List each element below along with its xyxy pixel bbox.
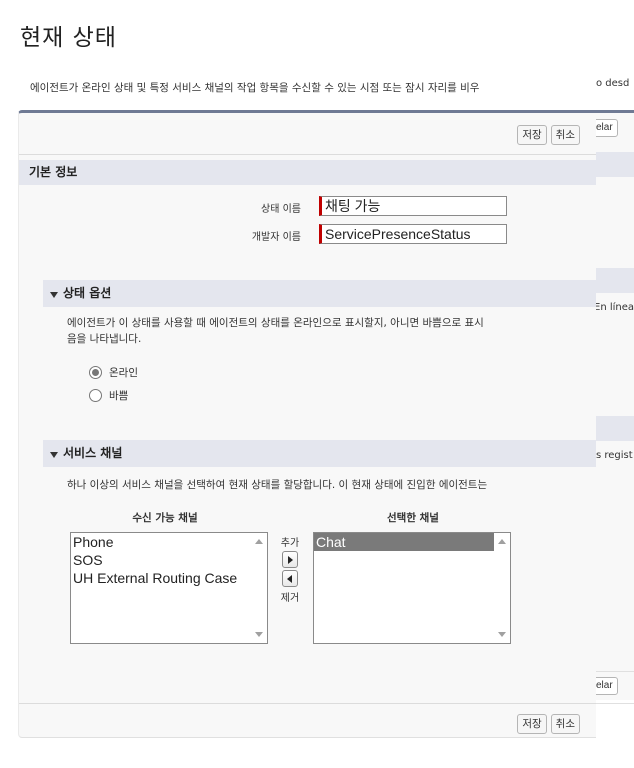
bg-section-header	[596, 268, 634, 293]
selected-channels-label: 선택한 채널	[387, 512, 439, 524]
list-option[interactable]: UH External Routing Case	[71, 569, 251, 587]
developer-name-input[interactable]	[319, 224, 507, 244]
save-button-bottom[interactable]: 저장	[517, 714, 547, 734]
bg-cancel-button[interactable]: celar	[596, 119, 618, 137]
top-button-row: 저장 취소	[517, 125, 580, 145]
page-title: 현재 상태	[20, 25, 117, 51]
section-header-service-channels[interactable]: 서비스 채널	[43, 440, 596, 467]
bg-section-header	[596, 152, 634, 177]
cancel-button-bottom[interactable]: 취소	[550, 714, 580, 734]
radio-button-checked[interactable]	[89, 366, 102, 379]
scroll-up-icon[interactable]	[255, 539, 263, 544]
radio-online[interactable]: 온라인	[89, 365, 138, 380]
scroll-down-icon[interactable]	[255, 632, 263, 637]
bg-divider	[596, 671, 634, 672]
arrow-left-icon	[287, 575, 292, 583]
bg-divider	[596, 703, 634, 704]
radio-busy-label: 바쁨	[109, 390, 129, 402]
status-name-label: 상태 이름	[261, 204, 301, 215]
scroll-down-icon[interactable]	[498, 632, 506, 637]
list-option[interactable]: SOS	[71, 551, 251, 569]
selected-channels-list[interactable]: Chat	[313, 532, 511, 644]
developer-name-label: 개발자 이름	[251, 232, 301, 243]
status-options-title: 상태 옵션	[63, 286, 112, 300]
status-name-input[interactable]	[319, 196, 507, 216]
cancel-button[interactable]: 취소	[550, 125, 580, 145]
divider	[19, 154, 596, 155]
service-channels-title: 서비스 채널	[63, 446, 123, 460]
bg-panel	[596, 110, 634, 700]
radio-online-label: 온라인	[109, 367, 138, 379]
radio-button[interactable]	[89, 389, 102, 402]
bg-description-fragment: o desd	[596, 78, 630, 89]
radio-busy[interactable]: 바쁨	[89, 388, 128, 403]
remove-label: 제거	[280, 593, 300, 604]
list-option[interactable]: Phone	[71, 533, 251, 551]
service-channels-help: 하나 이상의 서비스 채널을 선택하여 현재 상태를 할당합니다. 이 현재 상…	[67, 479, 488, 491]
available-channels-list[interactable]: Phone SOS UH External Routing Case	[70, 532, 268, 644]
available-channels-label: 수신 가능 채널	[132, 512, 198, 524]
add-label: 추가	[280, 538, 300, 549]
list-option-selected[interactable]: Chat	[314, 533, 494, 551]
collapse-triangle-icon	[50, 452, 58, 458]
edit-panel: 저장 취소 기본 정보 상태 이름 개발자 이름 상태 옵션 에이전트가 이 상…	[18, 110, 596, 738]
mover-controls: 추가 제거	[275, 534, 305, 604]
remove-channel-button[interactable]	[282, 570, 298, 587]
status-options-help-line2: 음을 나타냅니다.	[67, 333, 142, 345]
status-options-help: 에이전트가 이 상태를 사용할 때 에이전트의 상태를 온라인으로 표시할지, …	[67, 315, 597, 347]
bg-online-fragment: En línea	[596, 302, 634, 313]
background-page-fragment: o desd celar En línea s regist celar	[596, 0, 634, 768]
status-options-help-line1: 에이전트가 이 상태를 사용할 때 에이전트의 상태를 온라인으로 표시할지, …	[67, 317, 484, 329]
bottom-button-row: 저장 취소	[517, 714, 580, 734]
section-header-basic-info: 기본 정보	[19, 160, 596, 185]
save-button[interactable]: 저장	[517, 125, 547, 145]
collapse-triangle-icon	[50, 292, 58, 298]
bg-section-header	[596, 416, 634, 441]
divider	[19, 703, 596, 704]
page-description: 에이전트가 온라인 상태 및 특정 서비스 채널의 작업 항목을 수신할 수 있…	[30, 82, 480, 94]
section-header-status-options[interactable]: 상태 옵션	[43, 280, 596, 307]
scroll-up-icon[interactable]	[498, 539, 506, 544]
bg-channels-fragment: s regist	[596, 450, 633, 461]
add-channel-button[interactable]	[282, 551, 298, 568]
bg-cancel-button-bottom[interactable]: celar	[596, 677, 618, 695]
arrow-right-icon	[288, 556, 293, 564]
